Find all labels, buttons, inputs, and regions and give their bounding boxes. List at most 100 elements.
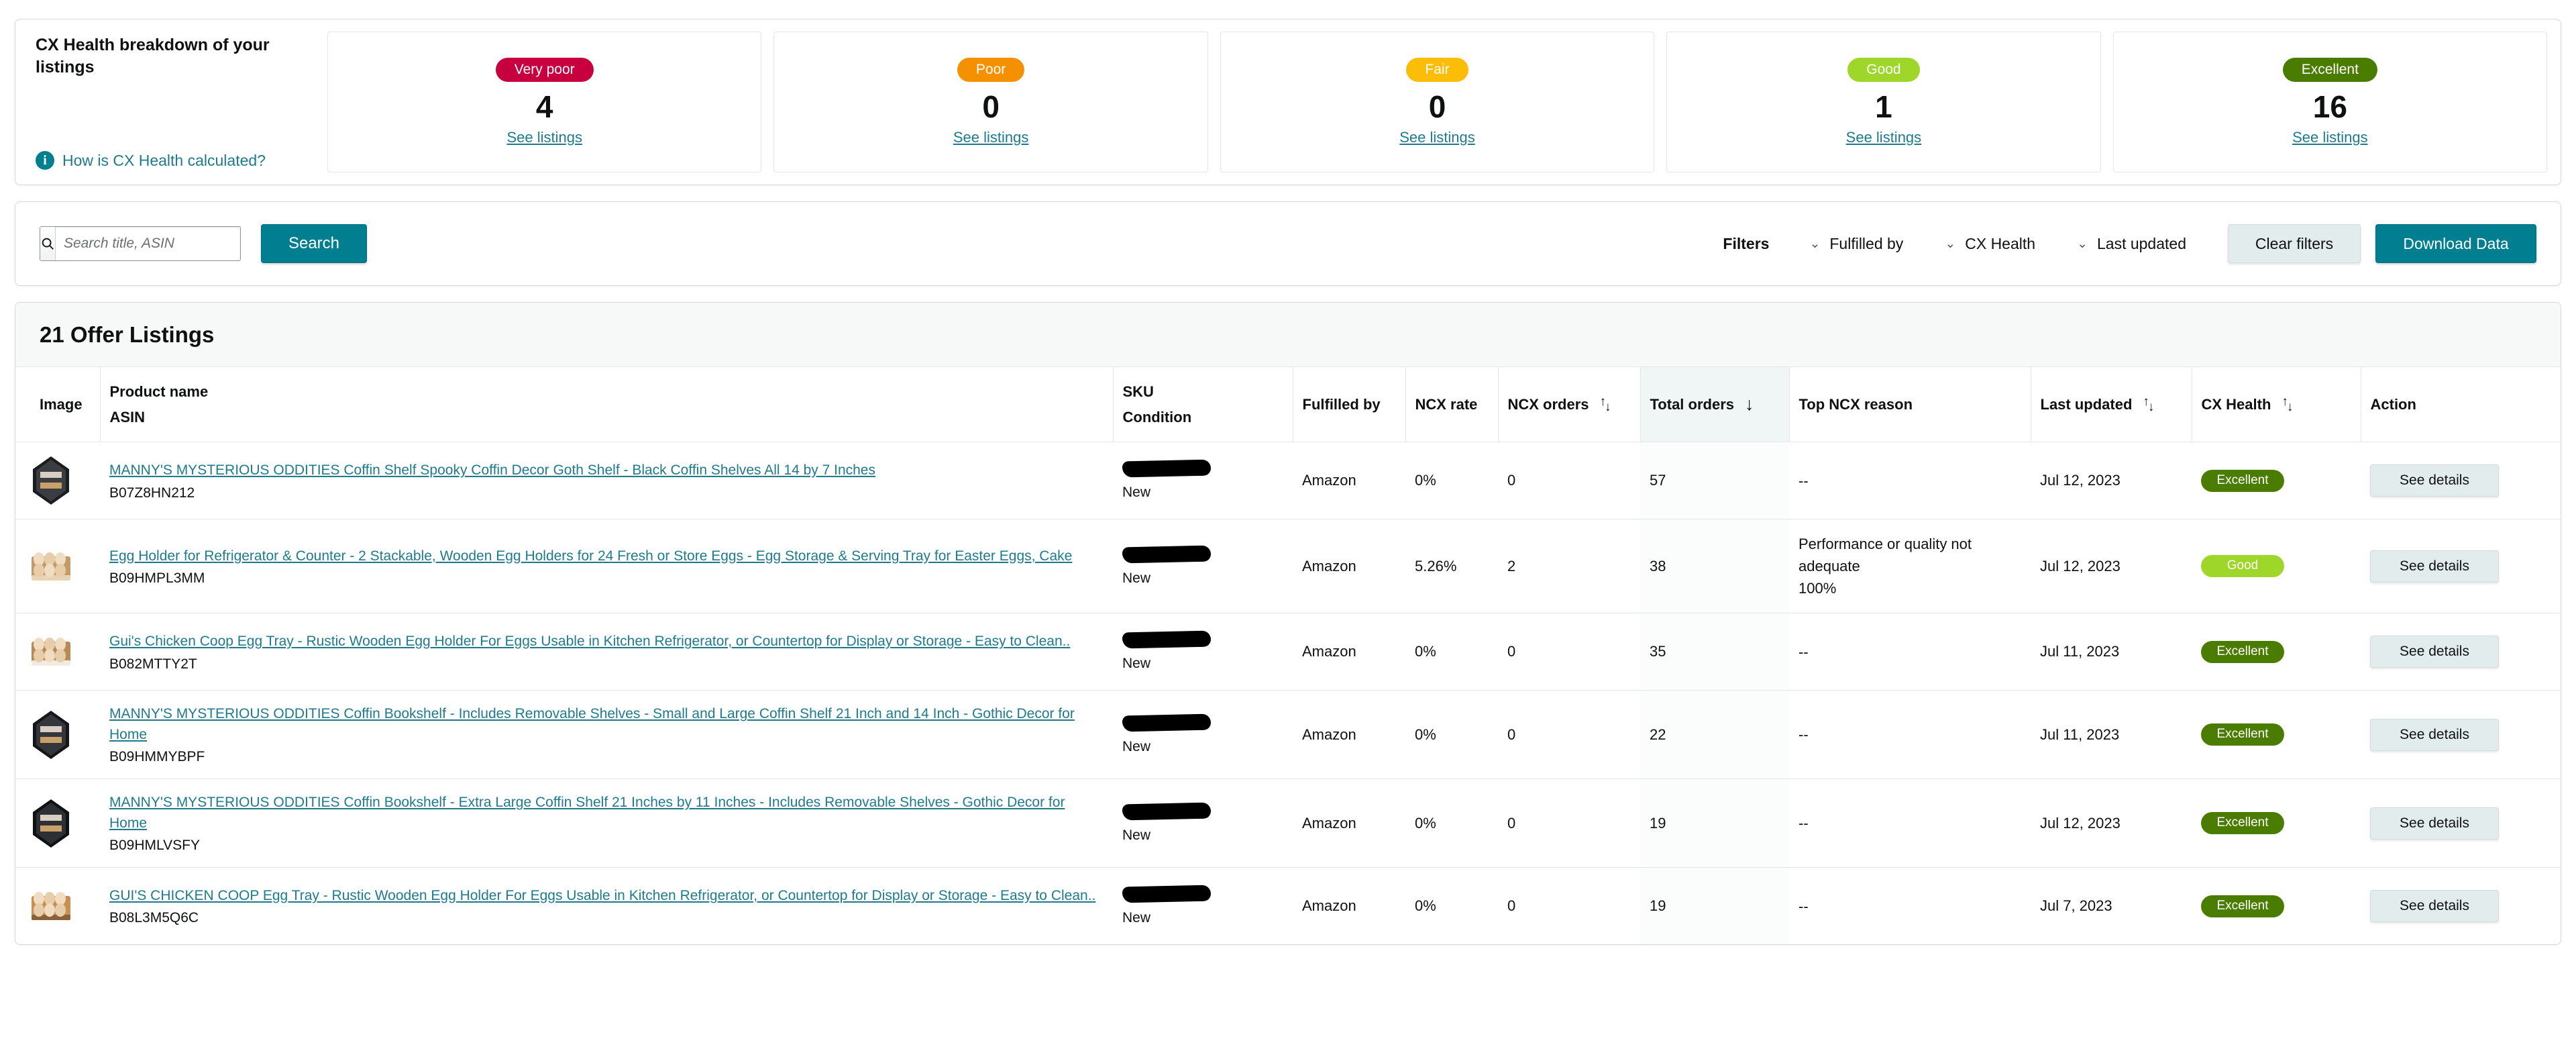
cx-health-card-good: Good 1 See listings [1666, 32, 2101, 172]
product-thumbnail [30, 881, 72, 931]
search-box[interactable] [40, 226, 241, 261]
product-name-link[interactable]: MANNY'S MYSTERIOUS ODDITIES Coffin Books… [109, 793, 1104, 834]
product-asin: B082MTTY2T [109, 656, 197, 672]
top-ncx-reason-line: -- [1799, 643, 1809, 660]
total-orders-value: 22 [1650, 725, 1666, 743]
see-details-button[interactable]: See details [2370, 550, 2499, 583]
chevron-down-icon: ⌄ [1809, 236, 1821, 251]
cell-fulfilled-by: Amazon [1293, 690, 1405, 780]
cell-sku: New [1113, 613, 1293, 691]
col-cx-health[interactable]: CX Health ↑↓ [2191, 367, 2361, 443]
search-button[interactable]: Search [261, 224, 367, 263]
cell-total-orders: 38 [1640, 519, 1789, 614]
col-ncx-orders[interactable]: NCX orders ↑↓ [1497, 367, 1640, 443]
ncx-rate-value: 0% [1415, 472, 1436, 489]
cell-ncx-rate: 0% [1405, 868, 1498, 944]
ncx-orders-value: 2 [1507, 557, 1516, 574]
top-ncx-reason-line: Performance or quality not adequate [1799, 536, 1972, 575]
sort-descending-icon[interactable]: ↓ [1745, 395, 1754, 413]
table-row: Egg Holder for Refrigerator & Counter - … [15, 519, 2561, 614]
info-icon: i [36, 151, 54, 170]
see-details-button[interactable]: See details [2370, 464, 2499, 497]
cx-health-count: 16 [2312, 89, 2347, 125]
col-total-orders[interactable]: Total orders ↓ [1640, 367, 1789, 443]
cell-ncx-rate: 0% [1405, 690, 1498, 780]
cx-breakdown-title: CX Health breakdown of your listings [36, 36, 270, 77]
table-row: Gui's Chicken Coop Egg Tray - Rustic Woo… [15, 613, 2561, 691]
cell-image [15, 778, 100, 868]
cx-health-breakdown-panel: CX Health breakdown of your listings i H… [15, 19, 2561, 185]
cell-total-orders: 57 [1640, 442, 1789, 520]
cell-action: See details [2361, 519, 2561, 614]
download-data-button[interactable]: Download Data [2375, 224, 2536, 263]
filter-dropdown-cx-health[interactable]: ⌄ CX Health [1945, 235, 2035, 253]
product-name-link[interactable]: Gui's Chicken Coop Egg Tray - Rustic Woo… [109, 632, 1104, 652]
search-input[interactable] [56, 227, 240, 260]
filter-dropdown-fulfilled-by[interactable]: ⌄ Fulfilled by [1809, 235, 1903, 253]
see-details-button[interactable]: See details [2370, 636, 2499, 668]
product-name-link[interactable]: MANNY'S MYSTERIOUS ODDITIES Coffin Shelf… [109, 460, 1104, 481]
cell-ncx-orders: 0 [1498, 613, 1640, 691]
cell-sku: New [1113, 519, 1293, 614]
product-condition: New [1122, 485, 1151, 501]
clear-filters-button[interactable]: Clear filters [2228, 224, 2361, 263]
product-thumbnail [30, 710, 72, 760]
product-name-link[interactable]: Egg Holder for Refrigerator & Counter - … [109, 546, 1104, 566]
cx-health-count: 0 [982, 89, 1000, 125]
product-name-link[interactable]: MANNY'S MYSTERIOUS ODDITIES Coffin Books… [109, 704, 1104, 745]
product-thumbnail [30, 627, 72, 676]
cell-ncx-orders: 0 [1498, 868, 1640, 944]
sort-toggle-icon[interactable]: ↑↓ [1600, 395, 1611, 413]
filter-dropdown-label: CX Health [1965, 234, 2036, 252]
cell-image [15, 613, 100, 691]
cell-last-updated: Jul 12, 2023 [2031, 442, 2192, 520]
sku-redacted [1122, 630, 1212, 649]
cell-top-ncx-reason: -- [1789, 442, 2031, 520]
product-condition: New [1122, 910, 1151, 926]
col-condition-label: Condition [1122, 408, 1192, 425]
filter-dropdown-last-updated[interactable]: ⌄ Last updated [2077, 235, 2186, 253]
cell-fulfilled-by: Amazon [1293, 868, 1405, 944]
see-details-button[interactable]: See details [2370, 718, 2499, 751]
offer-listings-table: Image Product name ASIN SKU Condition Fu… [15, 367, 2561, 945]
cell-image [15, 519, 100, 614]
product-condition: New [1122, 827, 1151, 843]
see-details-button[interactable]: See details [2370, 890, 2499, 923]
product-name-link[interactable]: GUI'S CHICKEN COOP Egg Tray - Rustic Woo… [109, 886, 1104, 906]
see-listings-link[interactable]: See listings [1399, 129, 1475, 146]
product-asin: B07Z8HN212 [109, 485, 195, 501]
cx-health-badge: Fair [1406, 57, 1468, 83]
last-updated-value: Jul 7, 2023 [2040, 897, 2112, 915]
cell-top-ncx-reason: -- [1789, 868, 2031, 944]
table-header-row: Image Product name ASIN SKU Condition Fu… [15, 367, 2561, 443]
cell-action: See details [2361, 613, 2561, 691]
cell-last-updated: Jul 12, 2023 [2031, 519, 2192, 614]
product-condition: New [1122, 656, 1151, 672]
col-cx-health-label: CX Health [2201, 395, 2271, 413]
fulfilled-by-value: Amazon [1302, 557, 1356, 574]
table-row: MANNY'S MYSTERIOUS ODDITIES Coffin Books… [15, 778, 2561, 868]
col-product-name-label: Product name [109, 383, 209, 400]
sort-toggle-icon[interactable]: ↑↓ [2143, 395, 2154, 413]
cell-image [15, 442, 100, 520]
cx-health-count: 4 [535, 89, 553, 125]
cx-health-help[interactable]: i How is CX Health calculated? [36, 151, 310, 170]
ncx-orders-value: 0 [1507, 472, 1516, 489]
cell-action: See details [2361, 778, 2561, 868]
see-details-button[interactable]: See details [2370, 807, 2499, 840]
see-listings-link[interactable]: See listings [1846, 129, 1922, 146]
sort-toggle-icon[interactable]: ↑↓ [2282, 395, 2293, 413]
see-listings-link[interactable]: See listings [953, 129, 1029, 146]
chevron-down-icon: ⌄ [1945, 236, 1956, 251]
cell-cx-health: Excellent [2192, 442, 2361, 520]
ncx-rate-value: 5.26% [1415, 557, 1457, 574]
col-ncx-rate: NCX rate [1405, 367, 1498, 443]
cx-health-help-link[interactable]: How is CX Health calculated? [62, 152, 266, 170]
col-last-updated[interactable]: Last updated ↑↓ [2030, 367, 2192, 443]
ncx-orders-value: 0 [1507, 897, 1516, 915]
filters-label: Filters [1723, 234, 1770, 252]
see-listings-link[interactable]: See listings [506, 129, 582, 146]
table-row: MANNY'S MYSTERIOUS ODDITIES Coffin Books… [15, 690, 2561, 780]
cx-health-count: 0 [1428, 89, 1446, 125]
see-listings-link[interactable]: See listings [2292, 129, 2368, 146]
